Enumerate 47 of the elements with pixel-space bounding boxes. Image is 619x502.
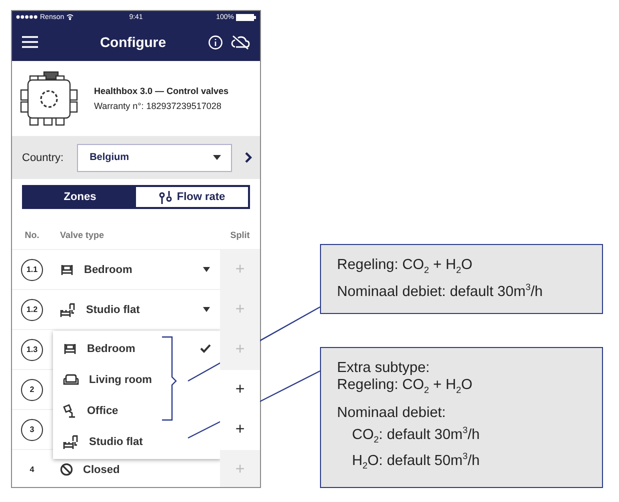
info-icon[interactable] [208, 34, 223, 50]
no-entry-icon [60, 463, 73, 476]
column-header: No. [24, 230, 40, 240]
column-header: Valve type [60, 230, 104, 240]
caret-icon [213, 155, 221, 160]
column-header: Split [230, 230, 250, 240]
callout-text: Nominaal debiet: [337, 404, 447, 422]
split-button[interactable]: + [220, 370, 260, 410]
caret-icon[interactable] [203, 307, 210, 312]
callout-text: Extra subtype: [337, 360, 431, 377]
sliders-icon [158, 190, 172, 204]
bed-icon [63, 342, 77, 354]
zone-number: 4 [30, 465, 34, 474]
caret-icon[interactable] [203, 267, 210, 272]
warranty-number: Warranty n°: 182937239517028 [94, 101, 222, 111]
zone-number-badge: 1.3 [21, 338, 43, 360]
zone-number-badge: 1.2 [21, 298, 43, 320]
tab[interactable]: Flow rate [136, 187, 248, 207]
chevron-right-icon[interactable] [245, 152, 252, 163]
menu-icon[interactable] [22, 36, 38, 48]
zone-number-badge: 1.1 [21, 258, 43, 280]
callout-text: Regeling: CO$_{2}$ + H$_{2}$O [337, 376, 474, 397]
sofa-icon [63, 374, 79, 386]
battery-icon [236, 14, 256, 20]
zone-number-badge: 3 [21, 418, 43, 440]
device-name: Healthbox 3.0 — Control valves [94, 86, 229, 96]
callout-text: Regeling: CO$_{2}$ + H$_{2}$O [337, 257, 474, 277]
device-drawing [20, 71, 78, 126]
screen-title: Configure [98, 34, 168, 50]
bed-lamp-icon [60, 302, 76, 318]
menu-item[interactable]: Studio flat [53, 426, 221, 457]
country-label: Country: [22, 152, 64, 164]
menu-item[interactable]: Living room [53, 364, 221, 395]
wifi-icon [66, 14, 74, 20]
bed-icon [60, 264, 74, 276]
bed-lamp-icon [63, 434, 79, 450]
callout-text: Nominaal debiet: default 30m$^{3}$/h [337, 280, 544, 301]
country-dropdown[interactable]: Belgium [76, 144, 232, 172]
split-button[interactable]: + [220, 410, 260, 450]
callout-text: H$_{2}$O: default 50m$^{3}$/h [351, 450, 481, 474]
callout-text: CO$_{2}$: default 30m$^{3}$/h [351, 424, 481, 446]
signal-icon [16, 15, 38, 19]
cloud-off-icon[interactable] [231, 34, 250, 50]
lamp-icon [63, 404, 77, 418]
menu-item[interactable]: Office [53, 395, 221, 426]
zone-number-badge: 2 [21, 378, 43, 400]
menu-item[interactable]: Bedroom [53, 333, 221, 364]
